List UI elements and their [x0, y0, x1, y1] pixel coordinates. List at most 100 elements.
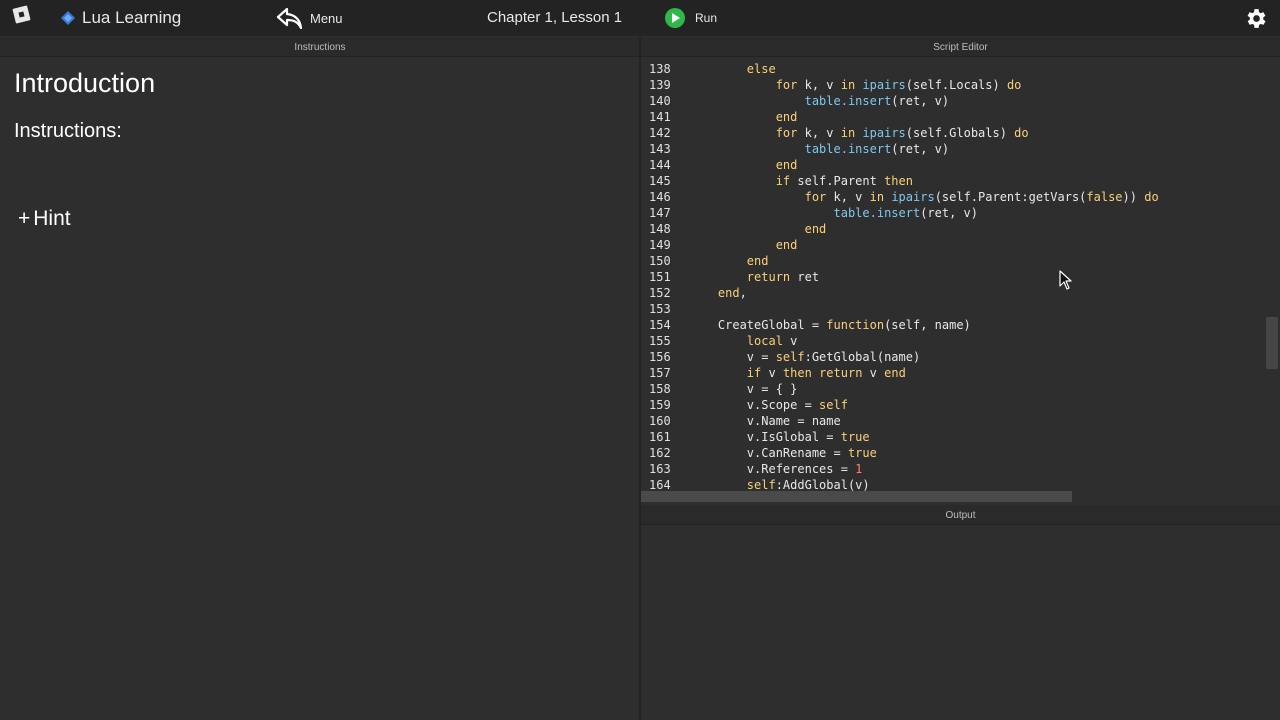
- code-line[interactable]: 163 v.References = 1: [641, 461, 1280, 477]
- code-line[interactable]: 145 if self.Parent then: [641, 173, 1280, 189]
- code-token: end: [717, 286, 740, 300]
- code-line[interactable]: 159 v.Scope = self: [641, 397, 1280, 413]
- lesson-title: Chapter 1, Lesson 1: [487, 9, 623, 26]
- code-token: ret: [790, 270, 820, 284]
- line-number: 157: [649, 366, 671, 380]
- menu-button[interactable]: Menu: [276, 6, 343, 30]
- run-label: Run: [695, 11, 718, 25]
- code-line[interactable]: 147 table.insert(ret, v): [641, 205, 1280, 221]
- code-token: in: [840, 78, 856, 92]
- code-text: end,: [689, 285, 747, 301]
- code-text: return ret: [689, 269, 819, 285]
- code-token: if: [775, 174, 791, 188]
- run-button[interactable]: Run: [665, 8, 717, 28]
- code-line[interactable]: 161 v.IsGlobal = true: [641, 429, 1280, 445]
- code-token: v: [761, 366, 783, 380]
- editor-vertical-scrollbar[interactable]: [1266, 317, 1278, 369]
- line-number: 141: [649, 110, 671, 124]
- line-number: 138: [649, 62, 671, 76]
- code-token: (self, name): [884, 318, 971, 332]
- line-number: 159: [649, 398, 671, 412]
- code-token: self: [746, 478, 776, 492]
- code-line[interactable]: 151 return ret: [641, 269, 1280, 285]
- code-line[interactable]: 160 v.Name = name: [641, 413, 1280, 429]
- output-panel: [641, 525, 1280, 720]
- play-icon: [665, 8, 685, 28]
- code-token: v.Scope =: [689, 398, 820, 412]
- roblox-logo-icon[interactable]: [12, 5, 31, 24]
- code-line[interactable]: 141 end: [641, 109, 1280, 125]
- code-token: end: [775, 238, 798, 252]
- code-token: true: [840, 430, 870, 444]
- code-token: function: [826, 318, 885, 332]
- code-token: )): [1122, 190, 1145, 204]
- line-number: 160: [649, 414, 671, 428]
- code-line[interactable]: 157 if v then return v end: [641, 365, 1280, 381]
- line-number: 152: [649, 286, 671, 300]
- line-number: 144: [649, 158, 671, 172]
- code-line[interactable]: 140 table.insert(ret, v): [641, 93, 1280, 109]
- code-line[interactable]: 149 end: [641, 237, 1280, 253]
- code-token: false: [1086, 190, 1123, 204]
- code-token: (ret, v): [891, 142, 950, 156]
- code-line[interactable]: 154 CreateGlobal = function(self, name): [641, 317, 1280, 333]
- code-token: v: [862, 366, 885, 380]
- code-token: ipairs: [891, 190, 935, 204]
- code-token: end: [746, 254, 769, 268]
- line-number: 143: [649, 142, 671, 156]
- code-token: for: [804, 190, 827, 204]
- line-number: 150: [649, 254, 671, 268]
- code-token: k, v: [797, 126, 841, 140]
- code-token: :GetGlobal(name): [804, 350, 921, 364]
- code-line[interactable]: 146 for k, v in ipairs(self.Parent:getVa…: [641, 189, 1280, 205]
- code-text: v.Name = name: [689, 413, 841, 429]
- code-text: v.CanRename = true: [689, 445, 877, 461]
- script-editor[interactable]: 138 else 139 for k, v in ipairs(self.Loca…: [641, 58, 1280, 504]
- editor-horizontal-scrollbar[interactable]: [641, 491, 1072, 502]
- code-text: table.insert(ret, v): [689, 141, 950, 157]
- code-token: local: [746, 334, 783, 348]
- code-text: end: [689, 109, 798, 125]
- code-token: table.insert: [804, 94, 892, 108]
- code-line[interactable]: 138 else: [641, 61, 1280, 77]
- code-text: end: [689, 237, 798, 253]
- code-line[interactable]: 156 v = self:GetGlobal(name): [641, 349, 1280, 365]
- output-panel-header: Output: [641, 505, 1280, 525]
- code-text: else: [689, 61, 776, 77]
- code-token: if: [746, 366, 762, 380]
- code-line[interactable]: 153: [641, 301, 1280, 317]
- code-token: end: [775, 110, 798, 124]
- mouse-cursor-icon: [1059, 270, 1072, 290]
- code-token: self: [819, 398, 848, 412]
- code-line[interactable]: 158 v = { }: [641, 381, 1280, 397]
- gear-icon[interactable]: [1243, 6, 1268, 31]
- code-line[interactable]: 139 for k, v in ipairs(self.Locals) do: [641, 77, 1280, 93]
- top-bar: Lua Learning Menu Chapter 1, Lesson 1 Ru…: [0, 0, 1280, 36]
- code-line[interactable]: 162 v.CanRename = true: [641, 445, 1280, 461]
- code-line[interactable]: 143 table.insert(ret, v): [641, 141, 1280, 157]
- code-line[interactable]: 148 end: [641, 221, 1280, 237]
- code-line[interactable]: 144 end: [641, 157, 1280, 173]
- line-number: 146: [649, 190, 671, 204]
- code-text: for k, v in ipairs(self.Globals) do: [689, 125, 1029, 141]
- code-token: for: [775, 126, 798, 140]
- code-text: if self.Parent then: [689, 173, 913, 189]
- hint-toggle[interactable]: + Hint: [18, 207, 71, 231]
- code-text: v = { }: [689, 381, 798, 397]
- code-line[interactable]: 150 end: [641, 253, 1280, 269]
- code-line[interactable]: 155 local v: [641, 333, 1280, 349]
- line-number: 151: [649, 270, 671, 284]
- code-line[interactable]: 152 end,: [641, 285, 1280, 301]
- code-token: end: [884, 366, 906, 380]
- code-text: v.IsGlobal = true: [689, 429, 870, 445]
- code-token: in: [840, 126, 856, 140]
- code-line[interactable]: 142 for k, v in ipairs(self.Globals) do: [641, 125, 1280, 141]
- code-text: table.insert(ret, v): [689, 205, 979, 221]
